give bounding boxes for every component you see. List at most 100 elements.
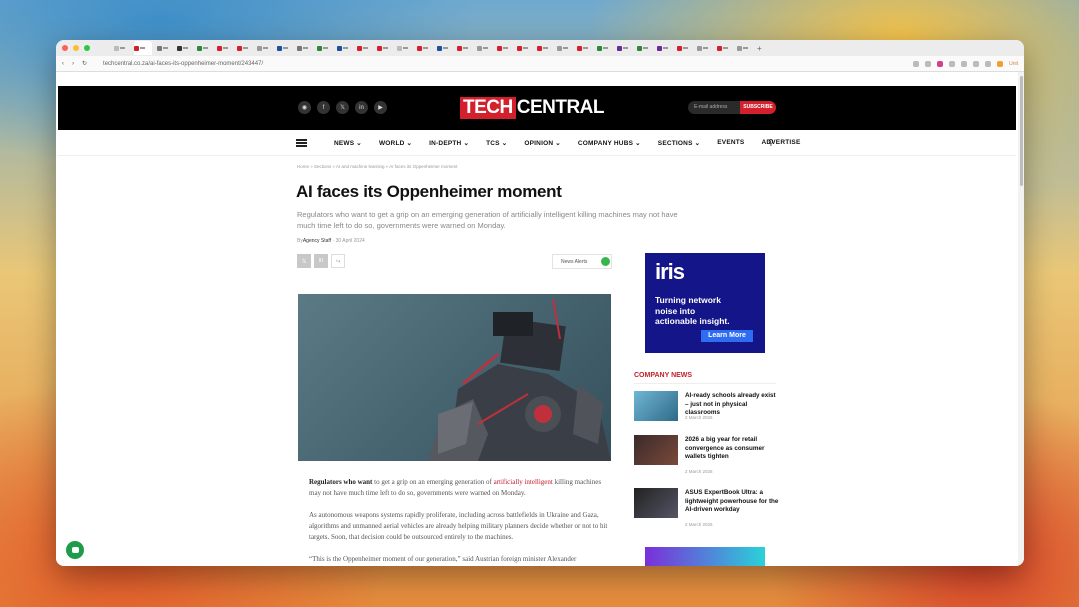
- browser-tab[interactable]: [237, 43, 252, 53]
- back-icon[interactable]: ‹: [62, 61, 64, 67]
- browser-tab[interactable]: [677, 43, 692, 53]
- scrollbar-thumb[interactable]: [1020, 76, 1023, 186]
- browser-tab[interactable]: [257, 43, 272, 53]
- sidebar-ad-2[interactable]: [645, 547, 765, 566]
- news-thumbnail: [634, 391, 678, 421]
- browser-tab[interactable]: [497, 43, 512, 53]
- facebook-icon[interactable]: f: [317, 101, 330, 114]
- browser-tab[interactable]: [337, 43, 352, 53]
- profile-label[interactable]: Unit: [1009, 61, 1018, 67]
- menu-icon[interactable]: [296, 139, 307, 147]
- news-thumbnail: [634, 435, 678, 465]
- extension-icon[interactable]: [949, 60, 956, 67]
- byline: ByAgency Staff · 30 April 2024: [297, 238, 365, 244]
- author-link[interactable]: Agency Staff: [303, 238, 331, 244]
- browser-tab[interactable]: [657, 43, 672, 53]
- nav-in-depth[interactable]: IN-DEPTH ⌄: [429, 139, 469, 147]
- browser-tab[interactable]: [517, 43, 532, 53]
- x-icon[interactable]: 𝕏: [297, 254, 311, 268]
- web-page: ◉ f 𝕏 in ▶ TECH CENTRAL E-mail address SU…: [56, 72, 1018, 566]
- whatsapp-icon[interactable]: ◉: [298, 101, 311, 114]
- close-window-button[interactable]: [62, 45, 68, 51]
- browser-tab[interactable]: [537, 43, 552, 53]
- search-icon[interactable]: ⚲: [768, 138, 774, 147]
- extension-icon[interactable]: [997, 60, 1004, 67]
- ad-learn-more-button[interactable]: Learn More: [701, 330, 753, 342]
- ad-logo: iris: [655, 259, 685, 284]
- browser-tab[interactable]: [377, 43, 392, 53]
- site-header: ◉ f 𝕏 in ▶ TECH CENTRAL E-mail address SU…: [58, 86, 1016, 130]
- extension-icon[interactable]: [925, 60, 932, 67]
- browser-tab[interactable]: [437, 43, 452, 53]
- extension-icon[interactable]: [961, 60, 968, 67]
- news-alerts-button[interactable]: News Alerts: [552, 254, 612, 269]
- company-news-item[interactable]: ASUS ExpertBook Ultra: a lightweight pow…: [634, 488, 779, 528]
- linkedin-icon[interactable]: in: [314, 254, 328, 268]
- browser-tab[interactable]: [277, 43, 292, 53]
- company-news-heading: COMPANY NEWS: [634, 372, 693, 379]
- extension-icon[interactable]: [973, 60, 980, 67]
- browser-tab[interactable]: [457, 43, 472, 53]
- site-logo[interactable]: TECH CENTRAL: [460, 96, 605, 120]
- forward-icon[interactable]: ›: [72, 61, 74, 67]
- whatsapp-icon: [601, 257, 611, 266]
- extension-icon[interactable]: [913, 60, 920, 67]
- minimize-window-button[interactable]: [73, 45, 79, 51]
- paragraph: “This is the Oppenheimer moment of our g…: [309, 555, 577, 563]
- browser-tab[interactable]: [397, 43, 412, 53]
- address-bar[interactable]: techcentral.co.za/ai-faces-its-oppenheim…: [103, 61, 263, 67]
- browser-tab[interactable]: [717, 43, 732, 53]
- nav-company-hubs[interactable]: COMPANY HUBS ⌄: [578, 139, 641, 147]
- extension-icon[interactable]: [985, 60, 992, 67]
- nav-tcs[interactable]: TCS ⌄: [486, 139, 507, 147]
- nav-events[interactable]: EVENTS: [717, 139, 744, 147]
- browser-tab[interactable]: [417, 43, 432, 53]
- browser-toolbar: ‹ › ↻ techcentral.co.za/ai-faces-its-opp…: [56, 56, 1024, 72]
- inline-link[interactable]: artificially intelligent: [494, 478, 553, 486]
- sidebar-ad[interactable]: iris Turning network noise into actionab…: [645, 253, 765, 353]
- browser-tab[interactable]: [577, 43, 592, 53]
- email-input[interactable]: E-mail address: [688, 101, 746, 114]
- x-icon[interactable]: 𝕏: [336, 101, 349, 114]
- linkedin-icon[interactable]: in: [355, 101, 368, 114]
- browser-tab[interactable]: [197, 43, 212, 53]
- nav-sections[interactable]: SECTIONS ⌄: [658, 139, 700, 147]
- breadcrumb[interactable]: Home » Sections » AI and machine learnin…: [297, 164, 457, 169]
- browser-tab[interactable]: [737, 43, 752, 53]
- browser-tab[interactable]: [557, 43, 572, 53]
- browser-tab[interactable]: [114, 43, 129, 53]
- browser-tab[interactable]: [617, 43, 632, 53]
- browser-tab[interactable]: [357, 43, 372, 53]
- company-news-item[interactable]: 2026 a big year for retail convergence a…: [634, 435, 779, 475]
- maximize-window-button[interactable]: [84, 45, 90, 51]
- social-links: ◉ f 𝕏 in ▶: [298, 101, 387, 114]
- youtube-icon[interactable]: ▶: [374, 101, 387, 114]
- browser-tab[interactable]: [637, 43, 652, 53]
- browser-tab[interactable]: [297, 43, 312, 53]
- browser-tab[interactable]: [477, 43, 492, 53]
- nav-news[interactable]: NEWS ⌄: [334, 139, 362, 147]
- share-icon[interactable]: ↪: [331, 254, 345, 268]
- new-tab-button[interactable]: +: [757, 44, 762, 53]
- browser-tab-active[interactable]: [134, 41, 152, 55]
- chat-icon: [71, 547, 79, 553]
- browser-tab[interactable]: [177, 43, 192, 53]
- subscribe-button[interactable]: SUBSCRIBE: [740, 101, 776, 114]
- tab-strip: +: [56, 40, 1024, 56]
- browser-tab[interactable]: [697, 43, 712, 53]
- browser-tab[interactable]: [157, 43, 172, 53]
- browser-tab[interactable]: [217, 43, 232, 53]
- nav-opinion[interactable]: OPINION ⌄: [524, 139, 561, 147]
- browser-tab[interactable]: [597, 43, 612, 53]
- ad-tagline: Turning network noise into actionable in…: [655, 295, 730, 326]
- browser-tab[interactable]: [317, 43, 332, 53]
- hero-image: [298, 294, 611, 461]
- news-thumbnail: [634, 488, 678, 518]
- extension-icon[interactable]: [937, 60, 944, 67]
- chat-widget-button[interactable]: [66, 541, 84, 559]
- company-news-item[interactable]: AI-ready schools already exist – just no…: [634, 391, 779, 431]
- reload-icon[interactable]: ↻: [82, 60, 87, 67]
- page-scrollbar[interactable]: [1018, 72, 1024, 566]
- robot-illustration: [428, 298, 611, 461]
- nav-world[interactable]: WORLD ⌄: [379, 139, 412, 147]
